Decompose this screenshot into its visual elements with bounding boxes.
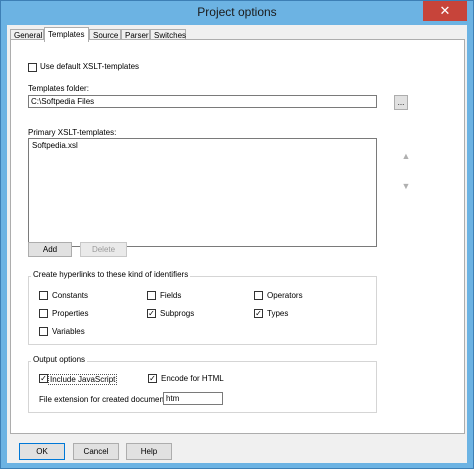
- hyperlinks-group-title: Create hyperlinks to these kind of ident…: [31, 270, 191, 279]
- arrow-down-icon: ▼: [401, 181, 411, 191]
- move-down-button[interactable]: ▼: [399, 180, 413, 194]
- primary-templates-list[interactable]: Softpedia.xsl: [28, 138, 377, 247]
- constants-checkbox[interactable]: [39, 291, 48, 300]
- list-item[interactable]: Softpedia.xsl: [32, 141, 373, 150]
- encode-html-label: Encode for HTML: [161, 374, 224, 383]
- primary-templates-label: Primary XSLT-templates:: [28, 128, 117, 137]
- project-options-window: Project options ✕ General Templates Sour…: [0, 0, 474, 469]
- operators-checkbox[interactable]: [254, 291, 263, 300]
- file-extension-label: File extension for created documents:: [39, 395, 173, 404]
- close-button[interactable]: ✕: [423, 1, 467, 21]
- delete-button[interactable]: Delete: [80, 242, 127, 257]
- ok-button[interactable]: OK: [19, 443, 65, 460]
- templates-folder-input[interactable]: C:\Softpedia Files: [28, 95, 377, 108]
- check-mark: ✓: [255, 309, 262, 318]
- properties-label: Properties: [52, 309, 89, 318]
- types-checkbox[interactable]: ✓: [254, 309, 263, 318]
- dialog-client: General Templates Source Parser Switches…: [7, 25, 467, 463]
- add-button[interactable]: Add: [28, 242, 72, 257]
- close-icon: ✕: [439, 3, 451, 18]
- templates-folder-label: Templates folder:: [28, 84, 89, 93]
- operators-label: Operators: [267, 291, 303, 300]
- include-javascript-label: Include JavaScript: [48, 374, 118, 385]
- types-label: Types: [267, 309, 289, 318]
- check-mark: ✓: [148, 309, 155, 318]
- output-options-group: [28, 361, 377, 413]
- window-title: Project options: [197, 5, 277, 19]
- output-options-title: Output options: [31, 355, 88, 364]
- check-mark: ✓: [149, 374, 156, 383]
- help-button[interactable]: Help: [126, 443, 172, 460]
- arrow-up-icon: ▲: [401, 151, 411, 161]
- constants-label: Constants: [52, 291, 89, 300]
- properties-checkbox[interactable]: [39, 309, 48, 318]
- fields-label: Fields: [160, 291, 182, 300]
- subprogs-label: Subprogs: [160, 309, 195, 318]
- title-bar[interactable]: Project options ✕: [1, 1, 473, 25]
- variables-checkbox[interactable]: [39, 327, 48, 336]
- include-javascript-checkbox[interactable]: ✓: [39, 374, 48, 383]
- dialog-button-bar: OK Cancel Help: [7, 434, 467, 463]
- use-default-checkbox[interactable]: [28, 63, 37, 72]
- encode-html-checkbox[interactable]: ✓: [148, 374, 157, 383]
- subprogs-checkbox[interactable]: ✓: [147, 309, 156, 318]
- tab-templates[interactable]: Templates: [44, 27, 89, 42]
- cancel-button[interactable]: Cancel: [73, 443, 119, 460]
- move-up-button[interactable]: ▲: [399, 150, 413, 164]
- browse-button[interactable]: ...: [394, 95, 408, 110]
- fields-checkbox[interactable]: [147, 291, 156, 300]
- check-mark: ✓: [40, 374, 47, 383]
- use-default-label: Use default XSLT-templates: [40, 62, 140, 71]
- templates-panel: Use default XSLT-templates Templates fol…: [10, 39, 465, 434]
- variables-label: Variables: [52, 327, 85, 336]
- file-extension-input[interactable]: htm: [163, 392, 223, 405]
